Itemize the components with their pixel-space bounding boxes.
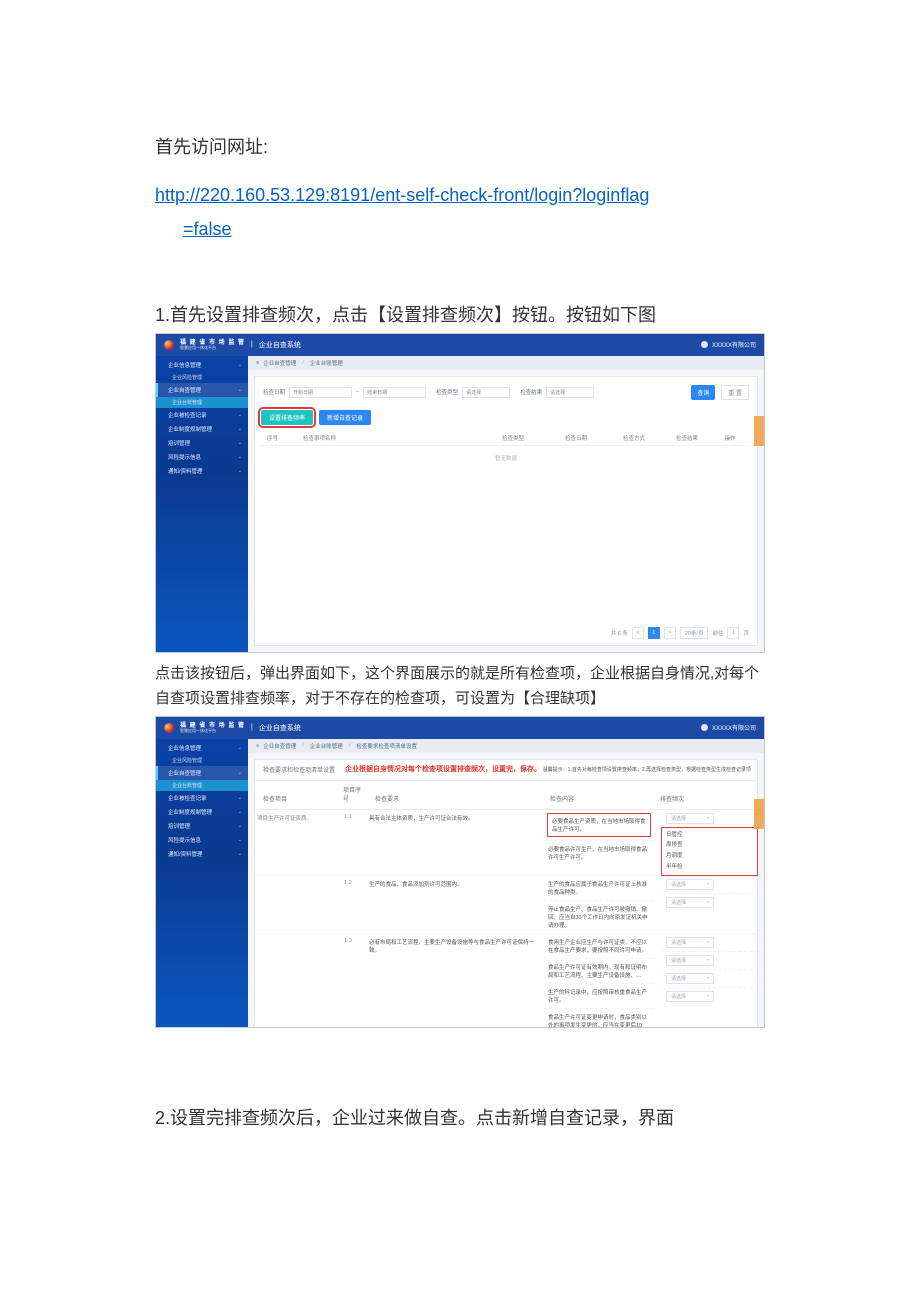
- col-freq: 排查频次: [660, 794, 755, 803]
- breadcrumb: ≡ 企业自查管理 企业台账管理 检查要求检查项清单设置: [248, 739, 764, 753]
- type-label: 检查类型: [436, 388, 458, 396]
- app-topbar: 福 建 省 市 场 监 管 智慧应用一体化平台 | 企业自查系统 XXXXX有限…: [156, 717, 764, 739]
- sidebar-item-riskinfo[interactable]: 风险提示信息⌄: [156, 833, 248, 847]
- freq-dropdown[interactable]: 日管控周排查月调度半年检: [662, 828, 757, 875]
- red-instruction: 企业根据自身情况对每个检查项设置排查频次，设置完，保存。: [345, 766, 541, 773]
- sidebar-sub-ledger[interactable]: 企业台账管理: [156, 780, 248, 791]
- sidebar-item-training[interactable]: 培训管理⌄: [156, 436, 248, 450]
- hint-text: 温馨提示：1.首先对每检查项设置排查频率；2.再选择检查类型，根据检查类型生成检…: [543, 767, 751, 773]
- left-sidebar: 企业信息管理⌄ 企业风险管理 企业自查管理⌄ 企业台账管理 企业被检查记录⌄ 企…: [156, 739, 248, 1027]
- sidebar-item-notice[interactable]: 通知/资料管理⌄: [156, 464, 248, 478]
- sidebar-item-system[interactable]: 企业制度规制管理⌄: [156, 805, 248, 819]
- sidebar-item-notice[interactable]: 通知/资料管理⌄: [156, 847, 248, 861]
- freq-select[interactable]: 请选择: [666, 955, 714, 966]
- col-item: 检查项目: [257, 794, 333, 803]
- login-url[interactable]: http://220.160.53.129:8191/ent-self-chec…: [155, 178, 765, 246]
- date-to[interactable]: 结束日期: [363, 387, 426, 398]
- sidebar-item-info[interactable]: 企业信息管理⌄: [156, 358, 248, 372]
- sidebar-item-selfcheck[interactable]: 企业自查管理⌄: [156, 766, 248, 780]
- reset-button[interactable]: 重 置: [721, 385, 749, 400]
- sidebar-item-training[interactable]: 培训管理⌄: [156, 819, 248, 833]
- caption-after-shot1: 点击该按钮后，弹出界面如下，这个界面展示的就是所有检查项，企业根据自身情况,对每…: [155, 661, 765, 712]
- sidebar-sub-ledger[interactable]: 企业台账管理: [156, 397, 248, 408]
- sidebar-sub-risk[interactable]: 企业风险管理: [156, 372, 248, 383]
- date-label: 检查日期: [263, 388, 285, 396]
- type-select[interactable]: 请选择: [462, 387, 510, 398]
- sidebar-item-checked[interactable]: 企业被检查记录⌄: [156, 408, 248, 422]
- sidebar-item-riskinfo[interactable]: 风险提示信息⌄: [156, 450, 248, 464]
- table-header: 序号 检查事项名称 检查类型 检查日期 检查方式 检查结果 操作: [261, 431, 751, 446]
- side-ribbon-icon: [754, 416, 764, 446]
- user-menu[interactable]: XXXXX有限公司: [701, 723, 756, 732]
- sidebar-item-system[interactable]: 企业制度规制管理⌄: [156, 422, 248, 436]
- left-sidebar: 企业信息管理⌄ 企业风险管理 企业自查管理⌄ 企业台账管理 企业被检查记录⌄ 企…: [156, 356, 248, 652]
- app-logo-icon: [164, 340, 174, 350]
- freq-select[interactable]: 请选择: [666, 973, 714, 984]
- filter-bar: 检查日期 开始日期 – 结束日期 检查类型 请选择 检查结果 请选择: [261, 383, 751, 406]
- search-button[interactable]: 查询: [691, 385, 715, 400]
- freq-select[interactable]: 请选择: [666, 937, 714, 948]
- page-goto-input[interactable]: 1: [727, 627, 739, 639]
- step1-heading: 1.首先设置排查频次，点击【设置排查频次】按钮。按钮如下图: [155, 301, 765, 327]
- step2-heading: 2.设置完排查频次后，企业过来做自查。点击新增自查记录，界面: [155, 1104, 765, 1130]
- sidebar-item-checked[interactable]: 企业被检查记录⌄: [156, 791, 248, 805]
- side-ribbon-icon: [754, 799, 764, 829]
- panel-label: 检查要求和检查项清单设置: [257, 765, 335, 774]
- col-serial: 项目序号: [343, 785, 365, 803]
- freq-select[interactable]: 请选择: [666, 813, 714, 824]
- page-prev[interactable]: <: [632, 627, 644, 639]
- result-select[interactable]: 请选择: [546, 387, 594, 398]
- empty-state: 暂无数据: [261, 446, 751, 470]
- url-part2: =false: [155, 212, 765, 246]
- config-row: 1.2生产的食品、食品添加剂许可范围内。生产的食品应属于食品生产许可证上核准的食…: [255, 876, 757, 934]
- page-size[interactable]: 20条/页: [680, 627, 709, 639]
- sidebar-item-selfcheck[interactable]: 企业自查管理⌄: [156, 383, 248, 397]
- screenshot-1: 福 建 省 市 场 监 管 智慧应用一体化平台 | 企业自查系统 XXXXX有限…: [155, 333, 765, 653]
- page-next[interactable]: >: [664, 627, 676, 639]
- screenshot-2: 福 建 省 市 场 监 管 智慧应用一体化平台 | 企业自查系统 XXXXX有限…: [155, 716, 765, 1028]
- freq-select[interactable]: 请选择: [666, 879, 714, 890]
- new-record-button[interactable]: 新增自查记录: [319, 410, 371, 425]
- page-1[interactable]: 1: [648, 627, 660, 639]
- date-from[interactable]: 开始日期: [289, 387, 352, 398]
- freq-select[interactable]: 请选择: [666, 897, 714, 908]
- brand-line2: 智慧应用一体化平台: [180, 346, 245, 350]
- app-logo-icon: [164, 723, 174, 733]
- config-row: 1.3必有布局和工艺流程、主要生产设备设施等与食品生产许可证保持一致。食用生产企…: [255, 934, 757, 1028]
- config-row: 项目生产许可证资质。1.1具有合法主体资质，生产许可证合法有效。必要食品生产资质…: [255, 810, 757, 876]
- set-frequency-button[interactable]: 设置排查频率: [261, 410, 313, 425]
- col-content: 检查内容: [550, 794, 650, 803]
- breadcrumb: ≡ 企业自查管理 企业台账管理: [248, 356, 764, 370]
- app-topbar: 福 建 省 市 场 监 管 智慧应用一体化平台 | 企业自查系统 XXXXX有限…: [156, 334, 764, 356]
- freq-select[interactable]: 请选择: [666, 991, 714, 1002]
- col-req: 检查要求: [375, 794, 540, 803]
- module-name: 企业自查系统: [259, 340, 301, 350]
- sidebar-sub-risk[interactable]: 企业风险管理: [156, 755, 248, 766]
- user-menu[interactable]: XXXXX有限公司: [701, 340, 756, 349]
- topbar-divider: |: [251, 341, 253, 348]
- sidebar-item-info[interactable]: 企业信息管理⌄: [156, 741, 248, 755]
- intro-text: 首先访问网址:: [155, 130, 765, 164]
- url-part1: http://220.160.53.129:8191/ent-self-chec…: [155, 185, 649, 205]
- pagination: 共 6 条 < 1 > 20条/页 前往 1 页: [611, 627, 749, 639]
- result-label: 检查结果: [520, 388, 542, 396]
